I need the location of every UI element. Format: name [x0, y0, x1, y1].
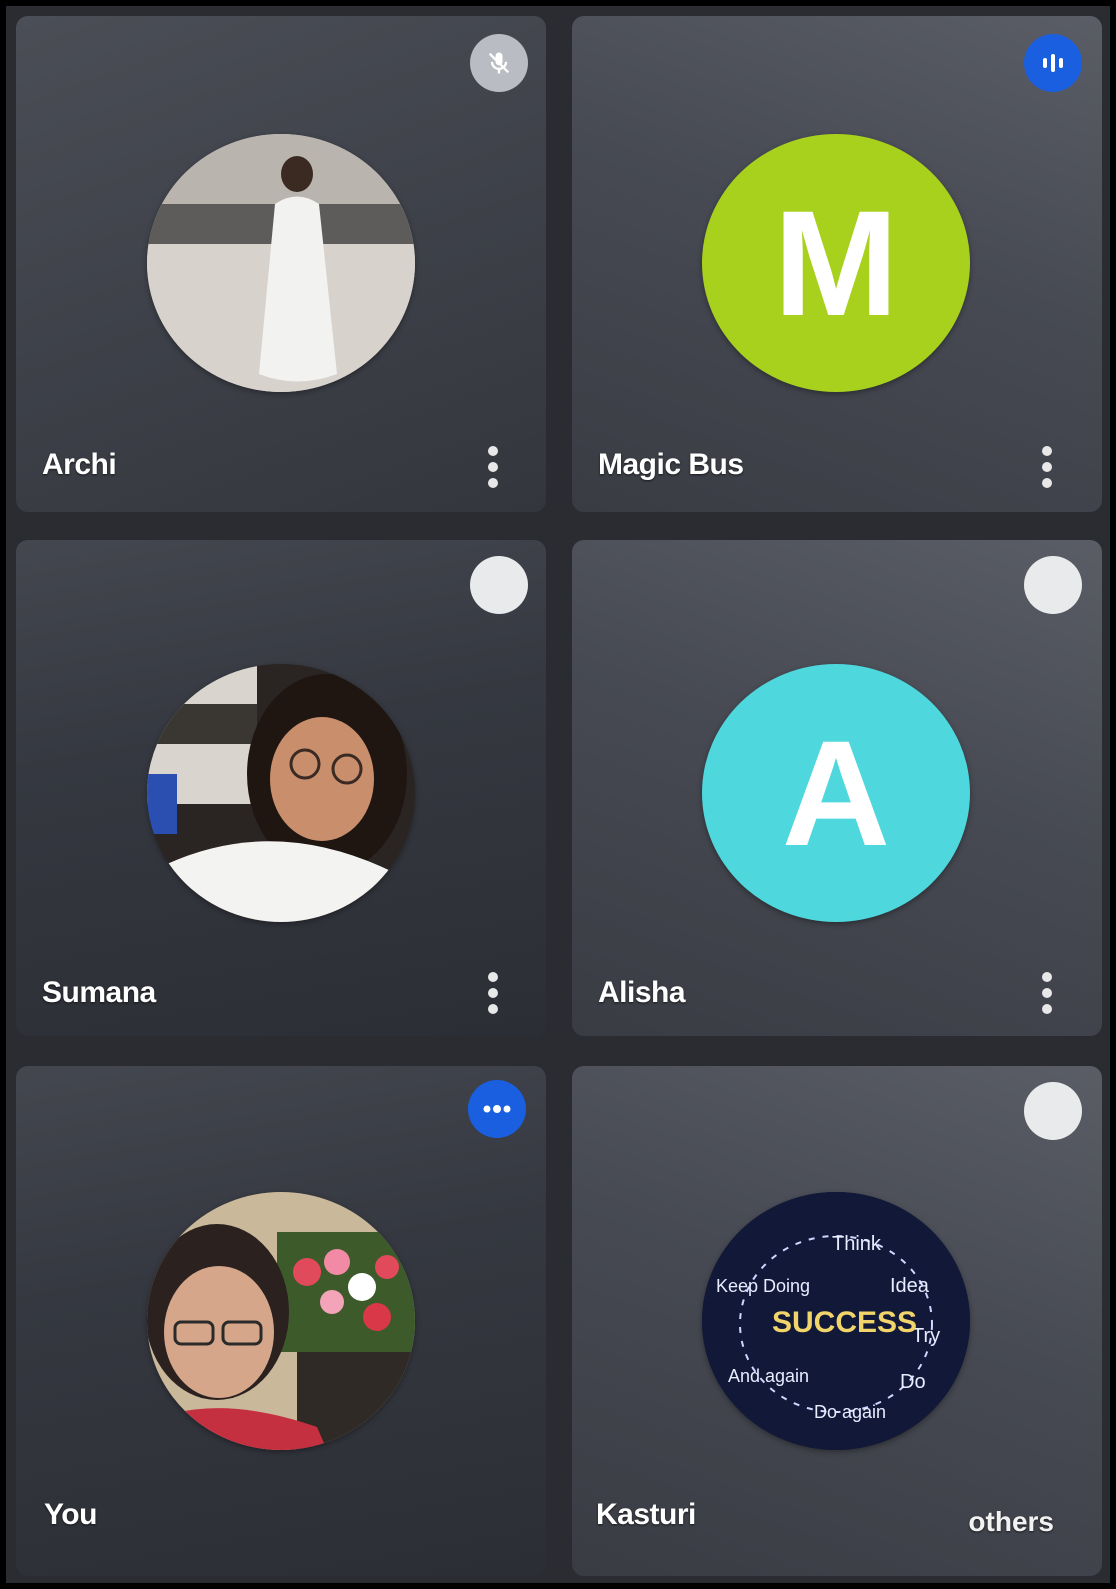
participant-name: Kasturi: [596, 1498, 696, 1531]
participant-tile-kasturi[interactable]: Think Idea Try Do Do again And again Kee…: [572, 1066, 1102, 1576]
participant-tile-archi[interactable]: Archi: [16, 16, 546, 512]
participant-tile-sumana[interactable]: Sumana: [16, 540, 546, 1036]
more-options-icon[interactable]: [486, 446, 500, 488]
avatar-image: Think Idea Try Do Do again And again Kee…: [702, 1192, 970, 1450]
avatar-word: SUCCESS: [772, 1306, 917, 1339]
avatar-initial: M: [702, 134, 970, 392]
avatar-photo: [147, 134, 415, 392]
participant-tile-magic-bus[interactable]: M Magic Bus: [572, 16, 1102, 512]
participant-tile-alisha[interactable]: A Alisha: [572, 540, 1102, 1036]
more-options-icon[interactable]: [486, 972, 500, 1014]
status-dot: [1024, 1082, 1082, 1140]
avatar-initial: A: [702, 664, 970, 922]
avatar-word: Do: [900, 1371, 926, 1393]
avatar-word: Keep Doing: [716, 1276, 810, 1296]
speaking-icon: [1024, 34, 1082, 92]
meeting-grid: Archi M Magic Bus Sumana A Alisha You Th…: [0, 0, 1116, 1589]
avatar-word: Idea: [890, 1275, 930, 1297]
avatar-photo: [147, 1192, 415, 1450]
participant-tile-you[interactable]: You: [16, 1066, 546, 1576]
avatar-word: Think: [832, 1233, 882, 1255]
participant-name: Archi: [42, 448, 117, 481]
status-dot: [470, 556, 528, 614]
avatar-word: Do again: [814, 1402, 886, 1422]
avatar-photo: [147, 664, 415, 922]
more-options-icon[interactable]: [1040, 972, 1054, 1014]
participant-name: Alisha: [598, 976, 686, 1009]
more-options-icon[interactable]: [1040, 446, 1054, 488]
participant-name: Sumana: [42, 976, 156, 1009]
others-label[interactable]: others: [968, 1506, 1054, 1538]
muted-mic-icon: [470, 34, 528, 92]
status-dot: [1024, 556, 1082, 614]
speaking-dots-icon: [468, 1080, 526, 1138]
avatar-word: And again: [728, 1366, 809, 1386]
participant-name: Magic Bus: [598, 448, 744, 481]
participant-name: You: [44, 1498, 97, 1531]
